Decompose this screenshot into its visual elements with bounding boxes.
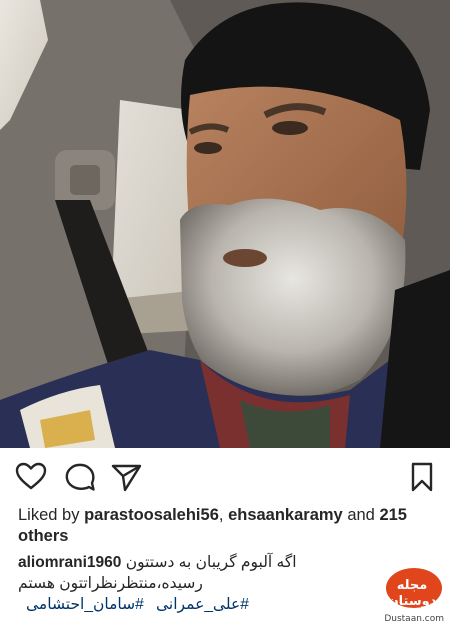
liker-link[interactable]: parastoosalehi56 [84, 506, 219, 524]
heart-outline-icon [15, 462, 47, 490]
likes-prefix: Liked by [18, 506, 80, 524]
paper-plane-icon [111, 464, 142, 492]
comment-button[interactable] [63, 460, 97, 494]
likes-summary: Liked by parastoosalehi56, ehsaankaramy … [18, 505, 438, 547]
hashtag-link[interactable]: #علی_عمرانی [156, 596, 249, 613]
liker-link[interactable]: ehsaankaramy [228, 506, 343, 524]
caption-text: اگه آلبوم گریبان به دستتون [125, 554, 297, 571]
post-action-bar [0, 458, 450, 498]
caption-username[interactable]: aliomrani1960 [18, 554, 121, 571]
post-photo[interactable] [0, 0, 450, 448]
site-watermark: مجله دوستان Dustaan.com [338, 568, 448, 624]
save-button[interactable] [405, 460, 439, 494]
like-button[interactable] [14, 460, 48, 494]
caption-text-line-2: رسیده،منتظرنظراتتون هستم [18, 575, 203, 592]
watermark-logo-text: مجله دوستان [387, 577, 437, 608]
comment-bubble-icon [65, 463, 95, 491]
post-caption: aliomrani1960 اگه آلبوم گریبان به دستتون… [18, 552, 318, 615]
likes-separator: , [218, 506, 224, 524]
selfie-image [0, 0, 450, 448]
hashtag-link[interactable]: #سامان_احتشامی [26, 596, 144, 613]
hashtag-list: #علی_عمرانی #سامان_احتشامی [18, 594, 318, 615]
share-button[interactable] [109, 460, 143, 494]
watermark-site: Dustaan.com [384, 614, 444, 624]
bookmark-icon [411, 462, 433, 492]
likes-and: and [347, 506, 375, 524]
